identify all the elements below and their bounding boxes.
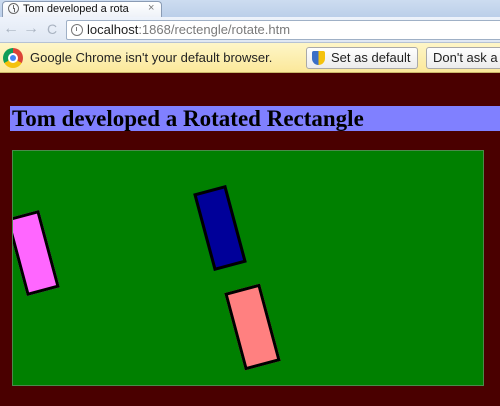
url-path: :1868/rectengle/rotate.htm [138, 22, 291, 37]
url-host: localhost [87, 22, 139, 37]
tab-title: Tom developed a rota [23, 3, 129, 15]
url-text: localhost:1868/rectengle/rotate.htm [87, 21, 290, 39]
default-browser-infobar: Google Chrome isn't your default browser… [0, 43, 500, 73]
pink-rotated-rectangle [224, 283, 281, 371]
dont-ask-label: Don't ask a [433, 50, 498, 65]
reload-button[interactable]: C [43, 20, 61, 38]
set-as-default-label: Set as default [331, 50, 411, 65]
browser-toolbar: ← → C localhost:1868/rectengle/rotate.ht… [0, 17, 500, 43]
dont-ask-again-button[interactable]: Don't ask a [426, 47, 500, 69]
magenta-rotated-rectangle [13, 209, 60, 297]
browser-tab[interactable]: Tom developed a rota × [2, 1, 162, 17]
page-favicon-icon [8, 3, 19, 14]
set-as-default-button[interactable]: Set as default [306, 47, 418, 69]
chrome-logo-icon [3, 48, 23, 68]
blue-rotated-rectangle [193, 184, 247, 272]
heading-bar: Tom developed a Rotated Rectangle [10, 106, 500, 131]
back-button[interactable]: ← [2, 20, 20, 38]
page-heading: Tom developed a Rotated Rectangle [12, 106, 364, 131]
close-tab-icon[interactable]: × [148, 2, 154, 15]
infobar-message: Google Chrome isn't your default browser… [30, 50, 273, 65]
forward-button[interactable]: → [22, 20, 40, 38]
tab-strip: Tom developed a rota × [0, 0, 500, 17]
drawing-canvas [12, 150, 484, 386]
shield-icon [312, 51, 325, 65]
address-bar[interactable]: localhost:1868/rectengle/rotate.htm [66, 20, 500, 40]
page-info-icon[interactable] [71, 24, 83, 36]
